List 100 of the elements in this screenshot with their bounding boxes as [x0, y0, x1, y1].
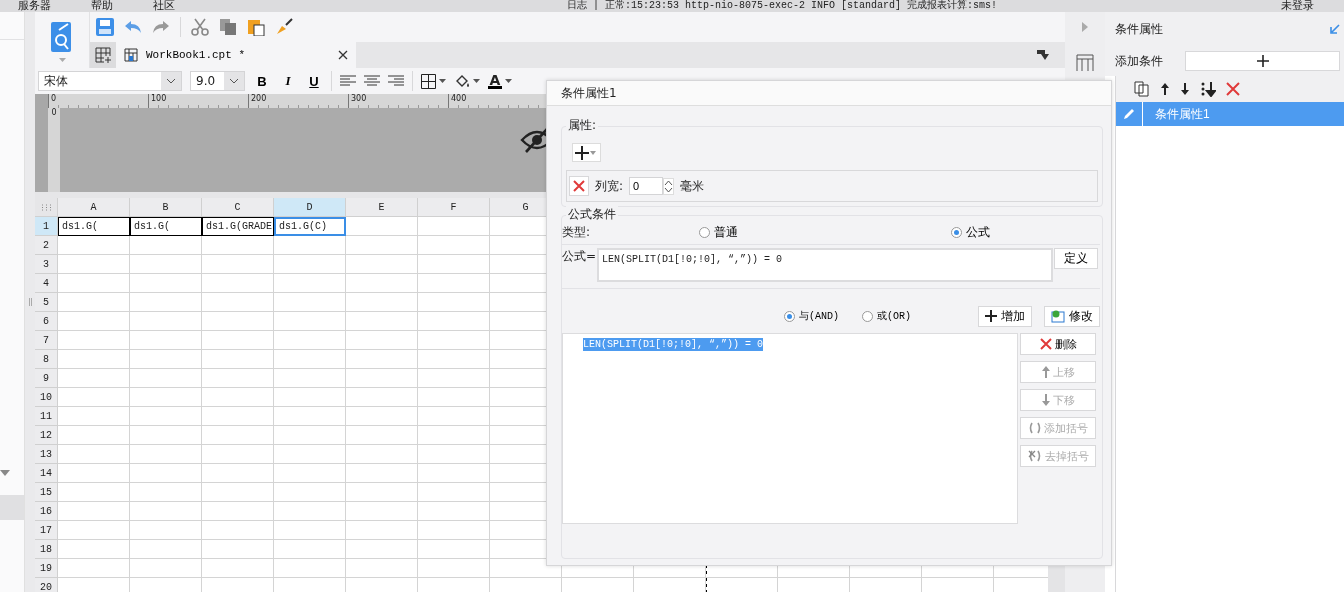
table-cell[interactable] — [418, 540, 490, 559]
table-cell[interactable] — [418, 521, 490, 540]
table-cell[interactable] — [58, 369, 130, 388]
column-header[interactable]: B — [130, 198, 202, 217]
table-cell[interactable] — [130, 293, 202, 312]
table-cell[interactable] — [346, 312, 418, 331]
type-radio[interactable]: 普通 — [699, 223, 951, 241]
row-header[interactable]: 19 — [35, 559, 58, 578]
table-cell[interactable] — [58, 464, 130, 483]
align-left-icon[interactable] — [340, 75, 356, 87]
table-cell[interactable] — [346, 502, 418, 521]
table-cell[interactable] — [274, 483, 346, 502]
table-cell[interactable]: ds1.G( — [58, 217, 130, 236]
modify-button[interactable]: 修改 — [1044, 305, 1100, 327]
row-header[interactable]: 16 — [35, 502, 58, 521]
table-cell[interactable] — [418, 369, 490, 388]
table-cell[interactable] — [130, 559, 202, 578]
caret-icon[interactable] — [505, 79, 512, 83]
align-center-icon[interactable] — [364, 75, 380, 87]
column-header[interactable]: C — [202, 198, 274, 217]
align-right-icon[interactable] — [388, 75, 404, 87]
column-header[interactable]: E — [346, 198, 418, 217]
table-cell[interactable] — [418, 388, 490, 407]
table-cell[interactable] — [418, 559, 490, 578]
table-cell[interactable] — [58, 255, 130, 274]
remove-property-button[interactable] — [569, 176, 589, 196]
table-cell[interactable] — [346, 388, 418, 407]
menu-item[interactable]: 服务器 — [18, 0, 51, 12]
table-cell[interactable] — [418, 407, 490, 426]
table-cell[interactable] — [202, 274, 274, 293]
table-cell[interactable] — [202, 350, 274, 369]
row-header[interactable]: 9 — [35, 369, 58, 388]
row-header[interactable]: 11 — [35, 407, 58, 426]
save-icon[interactable] — [96, 18, 114, 36]
column-header[interactable]: F — [418, 198, 490, 217]
table-cell[interactable] — [130, 502, 202, 521]
logic-radio[interactable]: 或(OR) — [862, 309, 940, 323]
undo-icon[interactable] — [124, 20, 142, 34]
table-cell[interactable] — [346, 369, 418, 388]
table-cell[interactable] — [58, 274, 130, 293]
table-cell[interactable] — [418, 274, 490, 293]
collapse-triangle-icon[interactable] — [0, 470, 10, 476]
paste-icon[interactable] — [247, 18, 265, 36]
row-header[interactable]: 10 — [35, 388, 58, 407]
table-cell[interactable] — [274, 369, 346, 388]
table-cell[interactable] — [202, 445, 274, 464]
table-cell[interactable] — [418, 426, 490, 445]
table-cell[interactable] — [130, 331, 202, 350]
menu-item[interactable]: 社区 — [153, 0, 175, 12]
table-cell[interactable] — [202, 464, 274, 483]
table-cell[interactable] — [418, 502, 490, 521]
table-cell[interactable] — [58, 426, 130, 445]
table-cell[interactable] — [202, 388, 274, 407]
copy-icon[interactable] — [219, 18, 237, 36]
table-cell[interactable] — [130, 274, 202, 293]
copy-icon[interactable] — [1134, 81, 1150, 97]
table-cell[interactable] — [202, 293, 274, 312]
table-cell[interactable] — [346, 483, 418, 502]
arrow-down-left-icon[interactable] — [1330, 24, 1340, 34]
table-cell[interactable] — [130, 369, 202, 388]
table-cell[interactable] — [274, 312, 346, 331]
page-break-cell[interactable] — [706, 578, 778, 592]
row-header[interactable]: 12 — [35, 426, 58, 445]
table-cell[interactable] — [346, 255, 418, 274]
row-header[interactable]: 17 — [35, 521, 58, 540]
table-cell[interactable] — [274, 331, 346, 350]
redo-icon[interactable] — [152, 20, 170, 34]
table-cell[interactable] — [58, 312, 130, 331]
add-button[interactable]: 增加 — [978, 305, 1032, 327]
delete-button[interactable]: 删除 — [1020, 333, 1096, 355]
table-cell[interactable] — [130, 350, 202, 369]
row-header[interactable]: 6 — [35, 312, 58, 331]
table-cell[interactable] — [274, 464, 346, 483]
table-cell[interactable] — [418, 255, 490, 274]
row-header[interactable]: 3 — [35, 255, 58, 274]
row-header[interactable]: 5 — [35, 293, 58, 312]
table-cell[interactable] — [202, 407, 274, 426]
table-cell[interactable] — [418, 293, 490, 312]
table-cell[interactable] — [202, 331, 274, 350]
table-cell[interactable] — [346, 331, 418, 350]
table-cell[interactable] — [274, 255, 346, 274]
table-cell[interactable] — [202, 559, 274, 578]
up-arrow-icon[interactable] — [1160, 82, 1170, 96]
table-cell[interactable] — [58, 502, 130, 521]
scissors-icon[interactable] — [191, 18, 209, 36]
down-arrow-icon[interactable] — [1180, 82, 1190, 96]
table-cell[interactable] — [274, 426, 346, 445]
underline-button[interactable]: U — [305, 73, 323, 89]
table-cell[interactable] — [346, 407, 418, 426]
row-header[interactable]: 18 — [35, 540, 58, 559]
formula-field[interactable]: LEN(SPLIT(D1[!0;!0], “,”)) = 0 — [597, 248, 1053, 282]
table-cell[interactable] — [130, 236, 202, 255]
table-cell[interactable] — [130, 388, 202, 407]
table-cell[interactable] — [202, 502, 274, 521]
table-cell[interactable] — [418, 236, 490, 255]
table-cell[interactable] — [130, 483, 202, 502]
row-header[interactable]: 7 — [35, 331, 58, 350]
table-cell[interactable] — [274, 407, 346, 426]
table-cell[interactable] — [274, 274, 346, 293]
table-cell[interactable] — [202, 540, 274, 559]
